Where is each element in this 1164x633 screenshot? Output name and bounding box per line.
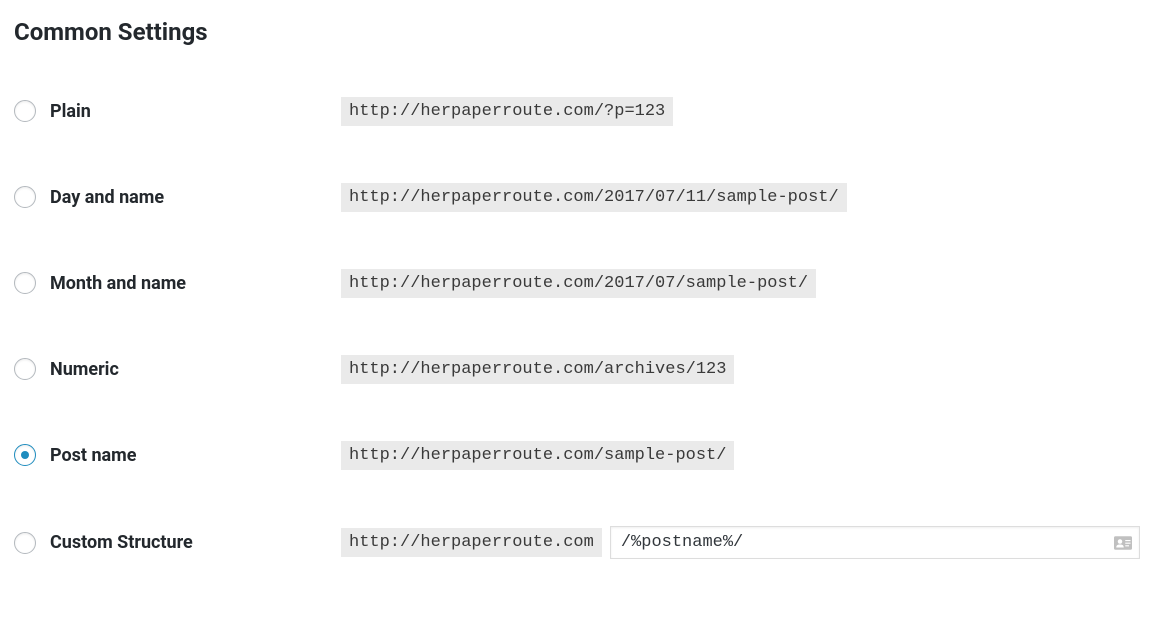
option-row-numeric: Numeric http://herpaperroute.com/archive…	[14, 354, 1150, 384]
option-example-wrap: http://herpaperroute.com/archives/123	[341, 355, 1150, 384]
option-label: Post name	[50, 445, 137, 466]
option-numeric[interactable]: Numeric	[14, 358, 341, 380]
option-example-wrap: http://herpaperroute.com/2017/07/11/samp…	[341, 183, 1150, 212]
option-example-wrap: http://herpaperroute.com/2017/07/sample-…	[341, 269, 1150, 298]
option-label: Plain	[50, 101, 91, 122]
option-day-and-name[interactable]: Day and name	[14, 186, 341, 208]
radio-icon	[14, 358, 36, 380]
option-plain[interactable]: Plain	[14, 100, 341, 122]
option-label: Day and name	[50, 187, 164, 208]
option-example: http://herpaperroute.com/?p=123	[341, 97, 673, 126]
custom-structure-input[interactable]	[610, 526, 1140, 559]
option-custom-structure[interactable]: Custom Structure	[14, 532, 341, 554]
option-example: http://herpaperroute.com/2017/07/sample-…	[341, 269, 816, 298]
radio-icon	[14, 532, 36, 554]
option-row-plain: Plain http://herpaperroute.com/?p=123	[14, 96, 1150, 126]
option-post-name[interactable]: Post name	[14, 444, 341, 466]
option-row-month-and-name: Month and name http://herpaperroute.com/…	[14, 268, 1150, 298]
option-example: http://herpaperroute.com/sample-post/	[341, 441, 734, 470]
radio-icon	[14, 100, 36, 122]
option-example: http://herpaperroute.com/2017/07/11/samp…	[341, 183, 847, 212]
option-row-day-and-name: Day and name http://herpaperroute.com/20…	[14, 182, 1150, 212]
option-example-wrap: http://herpaperroute.com/?p=123	[341, 97, 1150, 126]
option-label: Month and name	[50, 273, 186, 294]
option-label: Numeric	[50, 359, 119, 380]
custom-input-wrap	[610, 526, 1140, 559]
radio-icon	[14, 444, 36, 466]
option-month-and-name[interactable]: Month and name	[14, 272, 341, 294]
custom-value-wrap: http://herpaperroute.com	[341, 526, 1150, 559]
option-row-custom-structure: Custom Structure http://herpaperroute.co…	[14, 526, 1150, 559]
option-example-wrap: http://herpaperroute.com/sample-post/	[341, 441, 1150, 470]
radio-icon	[14, 186, 36, 208]
option-row-post-name: Post name http://herpaperroute.com/sampl…	[14, 440, 1150, 470]
option-example: http://herpaperroute.com/archives/123	[341, 355, 734, 384]
option-label: Custom Structure	[50, 532, 193, 553]
radio-icon	[14, 272, 36, 294]
custom-prefix: http://herpaperroute.com	[341, 528, 602, 557]
section-heading: Common Settings	[14, 18, 1150, 46]
